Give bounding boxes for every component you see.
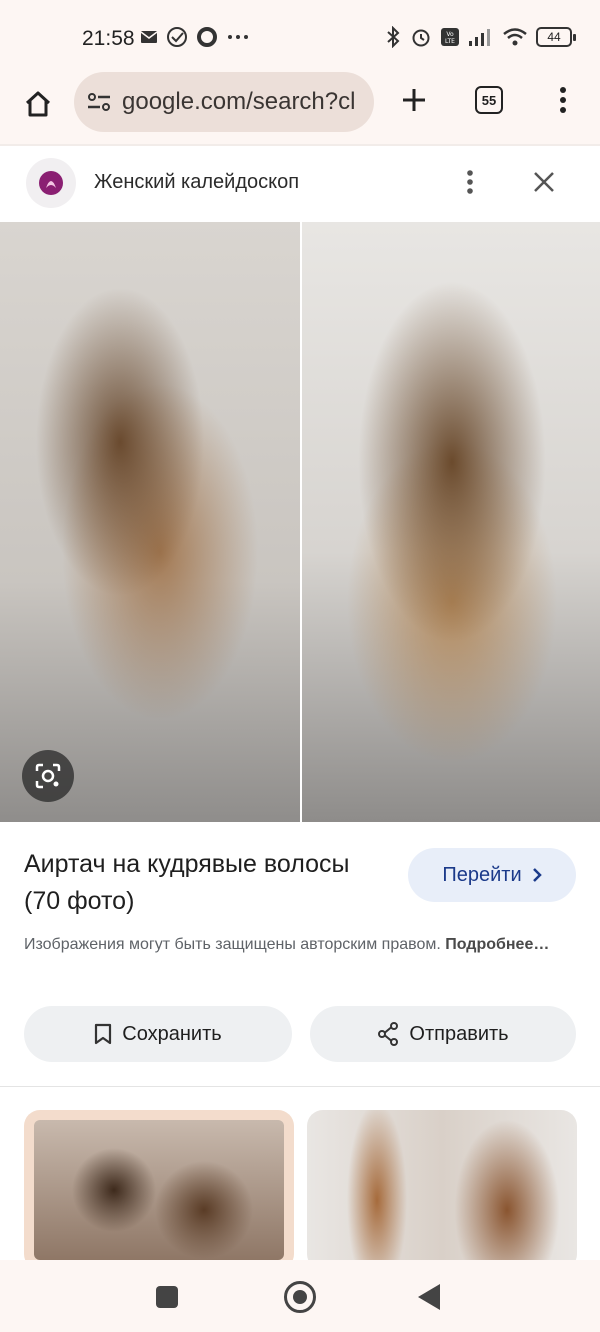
tab-switcher-button[interactable]: 55 (475, 86, 503, 114)
home-button[interactable] (18, 84, 58, 124)
share-icon (378, 1022, 399, 1046)
back-button[interactable] (418, 1284, 440, 1310)
svg-text:Vo: Vo (446, 31, 454, 38)
more-vert-icon (560, 87, 566, 113)
alarm-icon (412, 29, 430, 47)
learn-more-link[interactable]: Подробнее… (445, 936, 549, 953)
divider (0, 1086, 600, 1087)
system-nav-bar (0, 1260, 600, 1332)
home-icon (25, 91, 51, 117)
signal-icon (469, 29, 490, 46)
more-vert-icon (467, 170, 473, 194)
close-button[interactable] (528, 166, 560, 198)
status-bar: 21:58 Vo LTE 44 (0, 0, 600, 78)
copyright-notice: Изображения могут быть защищены авторски… (24, 932, 564, 957)
mail-icon (140, 31, 158, 43)
close-icon (534, 172, 554, 192)
recent-apps-button[interactable] (156, 1286, 178, 1308)
source-row: Женский калейдоскоп (0, 146, 600, 222)
new-tab-button[interactable] (394, 80, 434, 120)
related-image (34, 1120, 284, 1260)
url-bar[interactable]: google.com/search?cl (74, 72, 374, 132)
related-image-thumbnail[interactable] (24, 1110, 294, 1260)
site-settings-icon (88, 93, 110, 111)
site-logo-icon (39, 171, 63, 195)
result-title: Аиртач на кудрявые волосы (70 фото) (24, 850, 350, 915)
chevron-right-icon (532, 868, 542, 882)
status-right-icons: Vo LTE 44 (384, 26, 576, 48)
save-button[interactable]: Сохранить (24, 1006, 292, 1062)
lens-icon (35, 763, 61, 789)
site-name[interactable]: Женский калейдоскоп (94, 171, 299, 194)
related-image-thumbnail[interactable] (307, 1110, 577, 1260)
preview-image-right (302, 222, 600, 822)
status-left-icons (140, 26, 250, 48)
preview-image[interactable] (0, 222, 600, 822)
visit-label: Перейти (442, 863, 522, 886)
home-nav-button[interactable] (284, 1281, 316, 1313)
check-circle-icon (167, 27, 187, 47)
svg-text:LTE: LTE (445, 38, 455, 45)
plus-icon (403, 89, 425, 111)
share-label: Отправить (409, 1022, 509, 1045)
image-preview-sheet: Женский калейдоскоп Аиртач на кудрявые в… (0, 146, 600, 1260)
save-label: Сохранить (122, 1022, 222, 1045)
preview-image-left (0, 222, 300, 822)
lens-search-button[interactable] (22, 750, 74, 802)
visit-button[interactable]: Перейти (408, 848, 576, 902)
browser-menu-button[interactable] (548, 80, 578, 120)
battery-indicator: 44 (536, 27, 576, 47)
bookmark-icon (95, 1023, 112, 1045)
more-dots-icon (228, 35, 248, 39)
copyright-text: Изображения могут быть защищены авторски… (24, 936, 441, 953)
share-button[interactable]: Отправить (310, 1006, 576, 1062)
bluetooth-icon (387, 26, 400, 48)
url-text: google.com/search?cl (122, 88, 356, 115)
circle-icon (197, 27, 217, 47)
browser-toolbar: google.com/search?cl 55 (0, 72, 600, 144)
status-time: 21:58 (82, 27, 135, 50)
wifi-icon (503, 28, 527, 46)
source-more-button[interactable] (458, 166, 482, 198)
volte-icon: VoLTE (441, 28, 459, 46)
site-logo[interactable] (26, 158, 76, 208)
